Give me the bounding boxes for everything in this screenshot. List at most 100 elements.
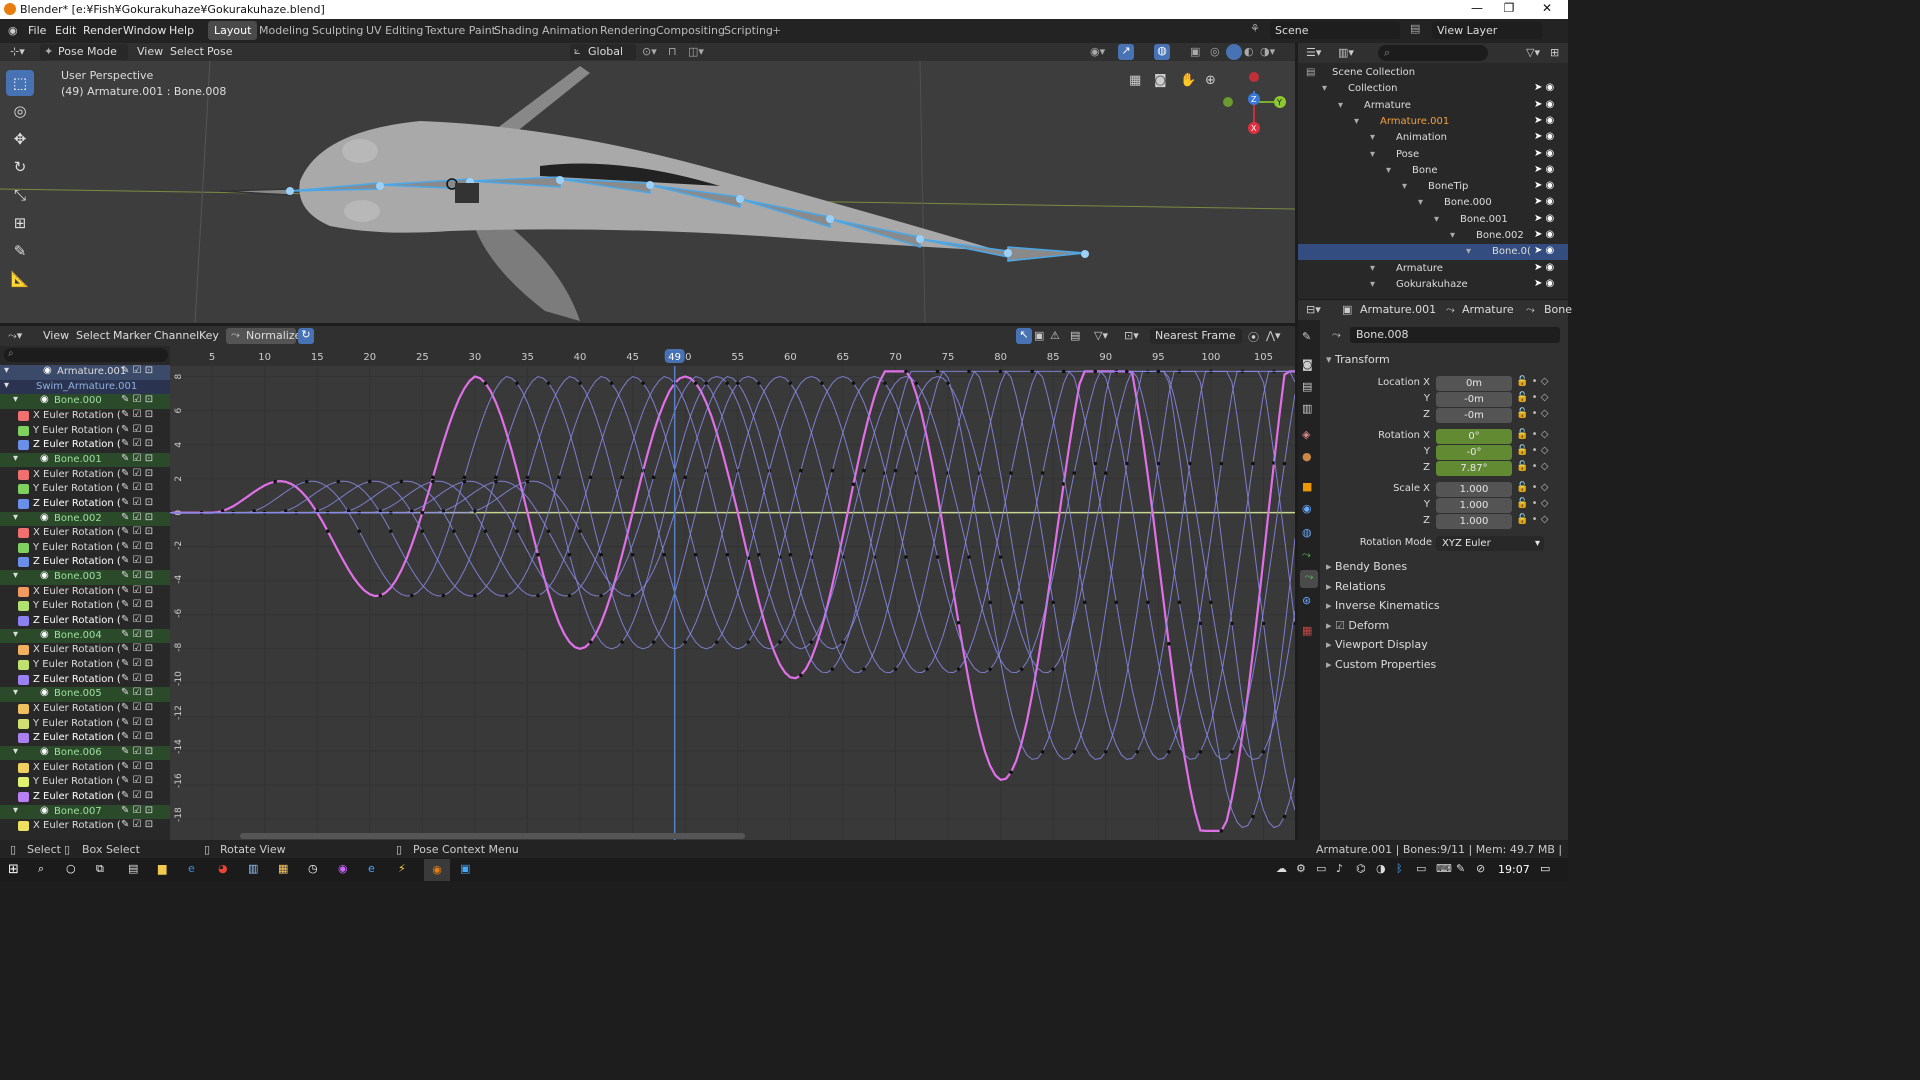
channel-toggle-icons[interactable]: ✎ ☑ ⊡ <box>121 497 153 508</box>
channel-color-swatch[interactable] <box>18 484 29 495</box>
channel-toggle-icons[interactable]: ✎ ☑ ⊡ <box>121 365 153 376</box>
channel-color-swatch[interactable] <box>18 703 29 714</box>
outliner-filter-icon[interactable]: ▽▾ <box>1526 46 1540 59</box>
start-icon[interactable]: ⊞ <box>8 862 19 877</box>
channel-color-swatch[interactable] <box>18 557 29 568</box>
graph-menu-key[interactable]: Key <box>199 329 219 342</box>
notification-icon[interactable]: ▭ <box>1540 862 1550 875</box>
expand-arrow-icon[interactable]: ▾ <box>13 746 18 757</box>
channel-toggle-icons[interactable]: ✎ ☑ ⊡ <box>121 790 153 801</box>
modifier-tab-icon[interactable]: ◉ <box>1302 502 1312 515</box>
outliner-item[interactable]: ▾ Gokurakuhaze ➤ ◉ <box>1298 277 1568 293</box>
horizontal-scrollbar[interactable] <box>240 833 745 839</box>
app-icon[interactable]: ◷ <box>308 862 318 875</box>
property-value-field[interactable]: 1.000 <box>1436 514 1512 529</box>
visibility-toggle-icons[interactable]: ➤ ◉ <box>1534 196 1554 207</box>
channel-color-swatch[interactable] <box>18 542 29 553</box>
auto-normalize-icon[interactable]: ↻ <box>298 328 314 344</box>
channel-toggle-icons[interactable]: ✎ ☑ ⊡ <box>121 541 153 552</box>
channel-toggle-icons[interactable]: ✎ ☑ ⊡ <box>121 614 153 625</box>
tray-icon[interactable]: ✎ <box>1456 862 1465 875</box>
expand-arrow-icon[interactable]: ▾ <box>13 570 18 581</box>
channel-toggle-icons[interactable]: ✎ ☑ ⊡ <box>121 482 153 493</box>
property-value-field[interactable]: 0° <box>1436 429 1512 444</box>
channel-color-swatch[interactable] <box>18 498 29 509</box>
channel-color-swatch[interactable] <box>18 616 29 627</box>
channel-color-swatch[interactable] <box>18 586 29 597</box>
panel-header[interactable]: ▸ Viewport Display <box>1326 638 1428 651</box>
channel-color-swatch[interactable] <box>18 674 29 685</box>
overlay-toggle-icon[interactable]: ◍ <box>1154 44 1170 60</box>
only-selected-icon[interactable]: ↖ <box>1016 328 1032 344</box>
channel-toggle-icons[interactable]: ✎ ☑ ⊡ <box>121 555 153 566</box>
menu-render[interactable]: Render <box>83 24 122 37</box>
channel-toggle-icons[interactable]: ✎ ☑ ⊡ <box>121 599 153 610</box>
view-layer-selector[interactable]: View Layer <box>1432 22 1542 39</box>
channel-toggle-icons[interactable]: ✎ ☑ ⊡ <box>121 468 153 479</box>
property-value-field[interactable]: -0m <box>1436 408 1512 423</box>
breadcrumb-bone[interactable]: Bone <box>1544 303 1572 316</box>
shading-material-icon[interactable]: ◐ <box>1244 45 1254 58</box>
eye-icon[interactable]: ◉ <box>40 805 49 816</box>
normalize-toggle[interactable]: ⤳ Normalize <box>226 328 301 344</box>
property-value-field[interactable]: 7.87° <box>1436 461 1512 476</box>
lock-keyframe-icons[interactable]: 🔓 • ◇ <box>1516 482 1548 493</box>
outliner-item[interactable]: ▾ Bone.000 ➤ ◉ <box>1298 195 1568 211</box>
scene-tab-icon[interactable]: ◈ <box>1302 428 1310 441</box>
snap-mode-selector[interactable]: Nearest Frame <box>1150 328 1242 344</box>
channel-group[interactable]: ▾ ◉ Bone.000 ✎ ☑ ⊡ <box>0 394 170 409</box>
visibility-toggle-icons[interactable]: ➤ ◉ <box>1534 164 1554 175</box>
lock-keyframe-icons[interactable]: 🔓 • ◇ <box>1516 408 1548 419</box>
3d-viewport[interactable]: User Perspective (49) Armature.001 : Bon… <box>0 61 1295 323</box>
explorer-icon[interactable]: ▆ <box>158 862 166 875</box>
only-errors-icon[interactable]: ⚠ <box>1050 329 1060 342</box>
fcurve-channel[interactable]: Z Euler Rotation (Bone.001)✎ ☑ ⊡ <box>0 496 170 512</box>
expand-arrow-icon[interactable]: ▾ <box>1386 165 1391 176</box>
channel-toggle-icons[interactable]: ✎ ☑ ⊡ <box>121 658 153 669</box>
properties-type-icon[interactable]: ⊟▾ <box>1306 303 1321 316</box>
expand-arrow-icon[interactable]: ▾ <box>1370 279 1375 290</box>
select-box-tool-icon[interactable]: ⬚ <box>6 70 34 96</box>
channel-toggle-icons[interactable]: ✎ ☑ ⊡ <box>121 394 153 405</box>
edge-icon[interactable]: e <box>188 862 195 875</box>
eye-icon[interactable]: ◉ <box>40 512 49 523</box>
fcurve-channel[interactable]: Z Euler Rotation (Bone.000)✎ ☑ ⊡ <box>0 438 170 453</box>
panel-header[interactable]: ▸ Inverse Kinematics <box>1326 599 1440 612</box>
fcurve-channel[interactable]: Y Euler Rotation (Bone.003)✎ ☑ ⊡ <box>0 599 170 614</box>
expand-arrow-icon[interactable]: ▤ <box>1306 67 1315 78</box>
expand-arrow-icon[interactable]: ▾ <box>1370 132 1375 143</box>
outliner-item[interactable]: ▾ Animation ➤ ◉ <box>1298 130 1568 146</box>
channel-group[interactable]: ▾ ◉ Bone.004 ✎ ☑ ⊡ <box>0 628 170 644</box>
channel-color-swatch[interactable] <box>18 440 29 451</box>
lock-keyframe-icons[interactable]: 🔓 • ◇ <box>1516 498 1548 509</box>
channel-color-swatch[interactable] <box>18 821 29 832</box>
channel-toggle-icons[interactable]: ✎ ☑ ⊡ <box>121 673 153 684</box>
menu-edit[interactable]: Edit <box>55 24 76 37</box>
visibility-toggle-icons[interactable]: ➤ ◉ <box>1534 115 1554 126</box>
panel-header[interactable]: ▸ Relations <box>1326 580 1386 593</box>
mode-selector[interactable]: Pose Mode ✦ <box>40 44 128 60</box>
eye-icon[interactable]: ◉ <box>40 570 49 581</box>
render-tab-icon[interactable]: ◙ <box>1302 358 1313 371</box>
channel-toggle-icons[interactable]: ✎ ☑ ⊡ <box>121 775 153 786</box>
workspace-tab-layout[interactable]: Layout <box>208 21 258 40</box>
channel-color-swatch[interactable] <box>18 410 29 421</box>
pivot-icon[interactable]: ⊙▾ <box>642 45 657 58</box>
channel-group[interactable]: ▾ ◉ Bone.002 ✎ ☑ ⊡ <box>0 511 170 527</box>
visibility-toggle-icons[interactable]: ➤ ◉ <box>1534 99 1554 110</box>
channel-color-swatch[interactable] <box>18 791 29 802</box>
channel-toggle-icons[interactable]: ✎ ☑ ⊡ <box>121 629 153 640</box>
expand-arrow-icon[interactable]: ▾ <box>1354 116 1359 127</box>
outliner-item[interactable]: ▾ BoneTip ➤ ◉ <box>1298 179 1568 195</box>
lock-keyframe-icons[interactable]: 🔓 • ◇ <box>1516 392 1548 403</box>
bluetooth-icon[interactable]: ᛒ <box>1396 862 1403 875</box>
annotate-tool-icon[interactable]: ✎ <box>6 238 34 264</box>
ie-icon[interactable]: e <box>368 862 375 875</box>
expand-arrow-icon[interactable]: ▾ <box>13 687 18 698</box>
channel-group[interactable]: ▾ ◉ Bone.005 ✎ ☑ ⊡ <box>0 687 170 702</box>
proportional-edit-icon[interactable]: ◫▾ <box>688 45 704 58</box>
search-icon[interactable]: ⌕ <box>38 862 44 876</box>
transform-panel-header[interactable]: ▾ Transform <box>1326 353 1390 366</box>
channel-toggle-icons[interactable]: ✎ ☑ ⊡ <box>121 717 153 728</box>
cursor-tool-icon[interactable]: ◎ <box>6 98 34 124</box>
